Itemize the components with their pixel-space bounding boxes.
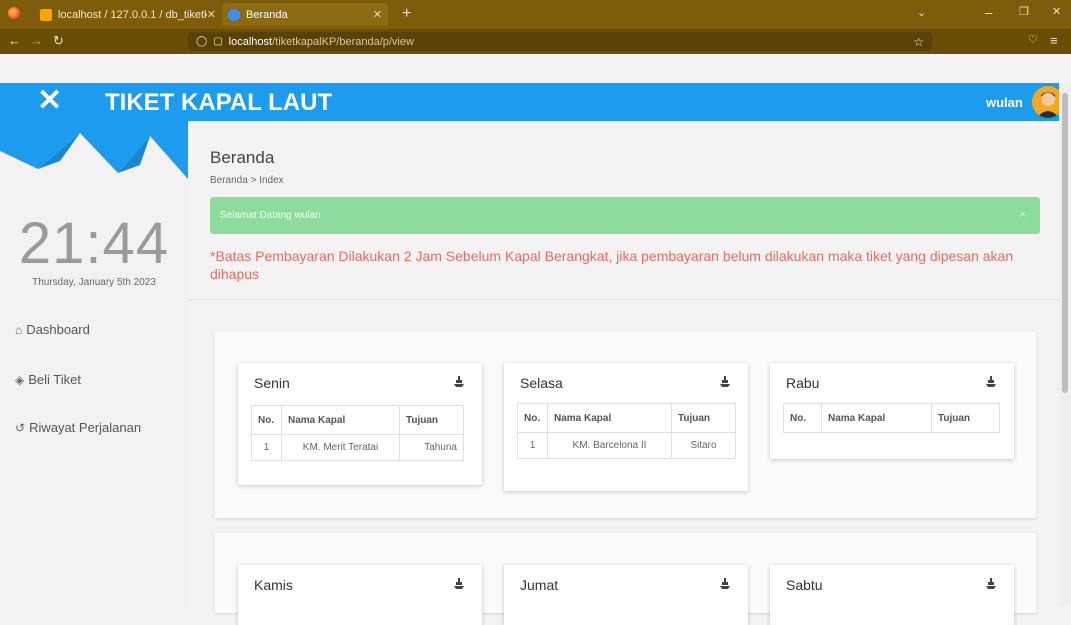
- tab-beranda[interactable]: Beranda ✕: [222, 3, 388, 26]
- new-tab-button[interactable]: +: [402, 6, 411, 22]
- sidebar: [0, 121, 188, 606]
- day-title: Kamis: [254, 577, 293, 593]
- shield-icon: ◯: [196, 36, 208, 47]
- cell-no: 1: [517, 432, 548, 459]
- cell-dest: Sitaro: [671, 432, 736, 459]
- tab-phpmyadmin[interactable]: localhost / 127.0.0.1 / db_tiketk... ✕: [34, 3, 222, 26]
- day-card-kamis: Kamis: [238, 565, 482, 625]
- back-icon[interactable]: ←: [8, 34, 21, 47]
- welcome-alert: Selamat Datang wulan ×: [210, 197, 1040, 234]
- maximize-icon[interactable]: ❐: [1019, 7, 1029, 18]
- scrollbar-thumb[interactable]: [1062, 93, 1068, 393]
- page-icon: ▢: [213, 36, 223, 47]
- day-title: Rabu: [786, 375, 820, 391]
- schedule-table: No. Nama Kapal Tujuan 1 KM. Barcelona II…: [517, 403, 736, 459]
- sidebar-item-beli-tiket[interactable]: ◈ Beli Tiket: [15, 372, 81, 387]
- divider: [188, 299, 1059, 300]
- column-header: No.: [251, 405, 282, 435]
- column-header: Tujuan: [399, 405, 464, 435]
- url-path: /tiketkapalKP/beranda/p/view: [272, 35, 414, 48]
- user-name[interactable]: wulan: [986, 95, 1023, 110]
- app-title: TIKET KAPAL LAUT: [105, 89, 333, 116]
- close-tab-icon[interactable]: ✕: [373, 8, 382, 21]
- minimize-icon[interactable]: –: [985, 6, 992, 19]
- close-window-icon[interactable]: ✕: [1052, 7, 1061, 18]
- column-header: No.: [517, 403, 548, 433]
- close-tab-icon[interactable]: ✕: [207, 8, 216, 21]
- sidebar-item-label: Riwayat Perjalanan: [29, 420, 142, 435]
- menu-icon[interactable]: ≡: [1050, 34, 1058, 47]
- url-host: localhost: [228, 35, 273, 48]
- column-header: Nama Kapal: [547, 403, 672, 433]
- table-row: 1 KM. Merit Teratai Tahuna: [251, 434, 464, 461]
- day-card-jumat: Jumat: [504, 565, 748, 625]
- day-card-senin: Senin No. Nama Kapal Tujuan 1 KM. Merit …: [238, 363, 482, 485]
- url-bar[interactable]: ◯ ▢ localhost/tiketkapalKP/beranda/p/vie…: [188, 32, 932, 51]
- bookmark-star-icon[interactable]: ☆: [913, 35, 924, 49]
- ship-icon: [454, 578, 464, 589]
- payment-warning: *Batas Pembayaran Dilakukan 2 Jam Sebelu…: [210, 248, 1014, 282]
- ship-icon: [986, 376, 996, 387]
- day-title: Selasa: [520, 375, 563, 391]
- sidebar-toggle-button[interactable]: ✕: [37, 86, 62, 116]
- column-header: Tujuan: [671, 403, 736, 433]
- day-title: Jumat: [520, 577, 559, 593]
- day-card-selasa: Selasa No. Nama Kapal Tujuan 1 KM. Barce…: [504, 363, 748, 491]
- cell-ship: KM. Barcelona II: [547, 432, 672, 459]
- column-header: Nama Kapal: [281, 405, 400, 435]
- tab-label: localhost / 127.0.0.1 / db_tiketk...: [57, 8, 207, 21]
- firefox-logo-icon: [8, 7, 20, 19]
- tag-icon: ◈: [15, 372, 25, 387]
- day-card-sabtu: Sabtu: [770, 565, 1014, 625]
- column-header: No.: [783, 403, 822, 433]
- clock-time: 21:44: [18, 211, 170, 276]
- home-icon: ⌂: [15, 322, 23, 337]
- sidebar-item-riwayat[interactable]: ↺ Riwayat Perjalanan: [15, 420, 141, 435]
- ship-icon: [986, 578, 996, 589]
- table-row: 1 KM. Barcelona II Sitaro: [517, 432, 736, 459]
- ship-icon: [720, 376, 730, 387]
- page-title: Beranda: [210, 148, 275, 167]
- alert-text: Selamat Datang wulan: [220, 210, 321, 221]
- tab-label: Beranda: [246, 8, 288, 21]
- list-tabs-icon[interactable]: ⌄: [917, 8, 926, 19]
- site-icon: [228, 8, 240, 21]
- phpmyadmin-icon: [40, 8, 52, 21]
- day-title: Sabtu: [786, 577, 823, 593]
- reload-icon[interactable]: ↻: [53, 34, 64, 47]
- cell-ship: KM. Merit Teratai: [281, 434, 400, 461]
- pocket-icon[interactable]: ♡: [1028, 35, 1038, 46]
- column-header: Nama Kapal: [821, 403, 932, 433]
- history-icon: ↺: [15, 420, 26, 435]
- breadcrumb: Beranda > Index: [210, 175, 284, 186]
- forward-icon[interactable]: →: [30, 34, 43, 47]
- clock-date: Thursday, January 5th 2023: [32, 277, 156, 288]
- cell-no: 1: [251, 434, 282, 461]
- schedule-table: No. Nama Kapal Tujuan: [783, 403, 1000, 433]
- alert-close-button[interactable]: ×: [1019, 207, 1026, 221]
- schedule-table: No. Nama Kapal Tujuan 1 KM. Merit Terata…: [251, 405, 464, 461]
- day-title: Senin: [254, 375, 290, 391]
- ship-icon: [720, 578, 730, 589]
- sidebar-banner-graphic: [0, 121, 188, 183]
- column-header: Tujuan: [931, 403, 1000, 433]
- sidebar-item-label: Dashboard: [26, 322, 90, 337]
- sidebar-item-dashboard[interactable]: ⌂ Dashboard: [15, 322, 90, 337]
- sidebar-item-label: Beli Tiket: [28, 372, 81, 387]
- cell-dest: Tahuna: [399, 434, 464, 461]
- ship-icon: [454, 376, 464, 387]
- day-card-rabu: Rabu No. Nama Kapal Tujuan: [770, 363, 1014, 459]
